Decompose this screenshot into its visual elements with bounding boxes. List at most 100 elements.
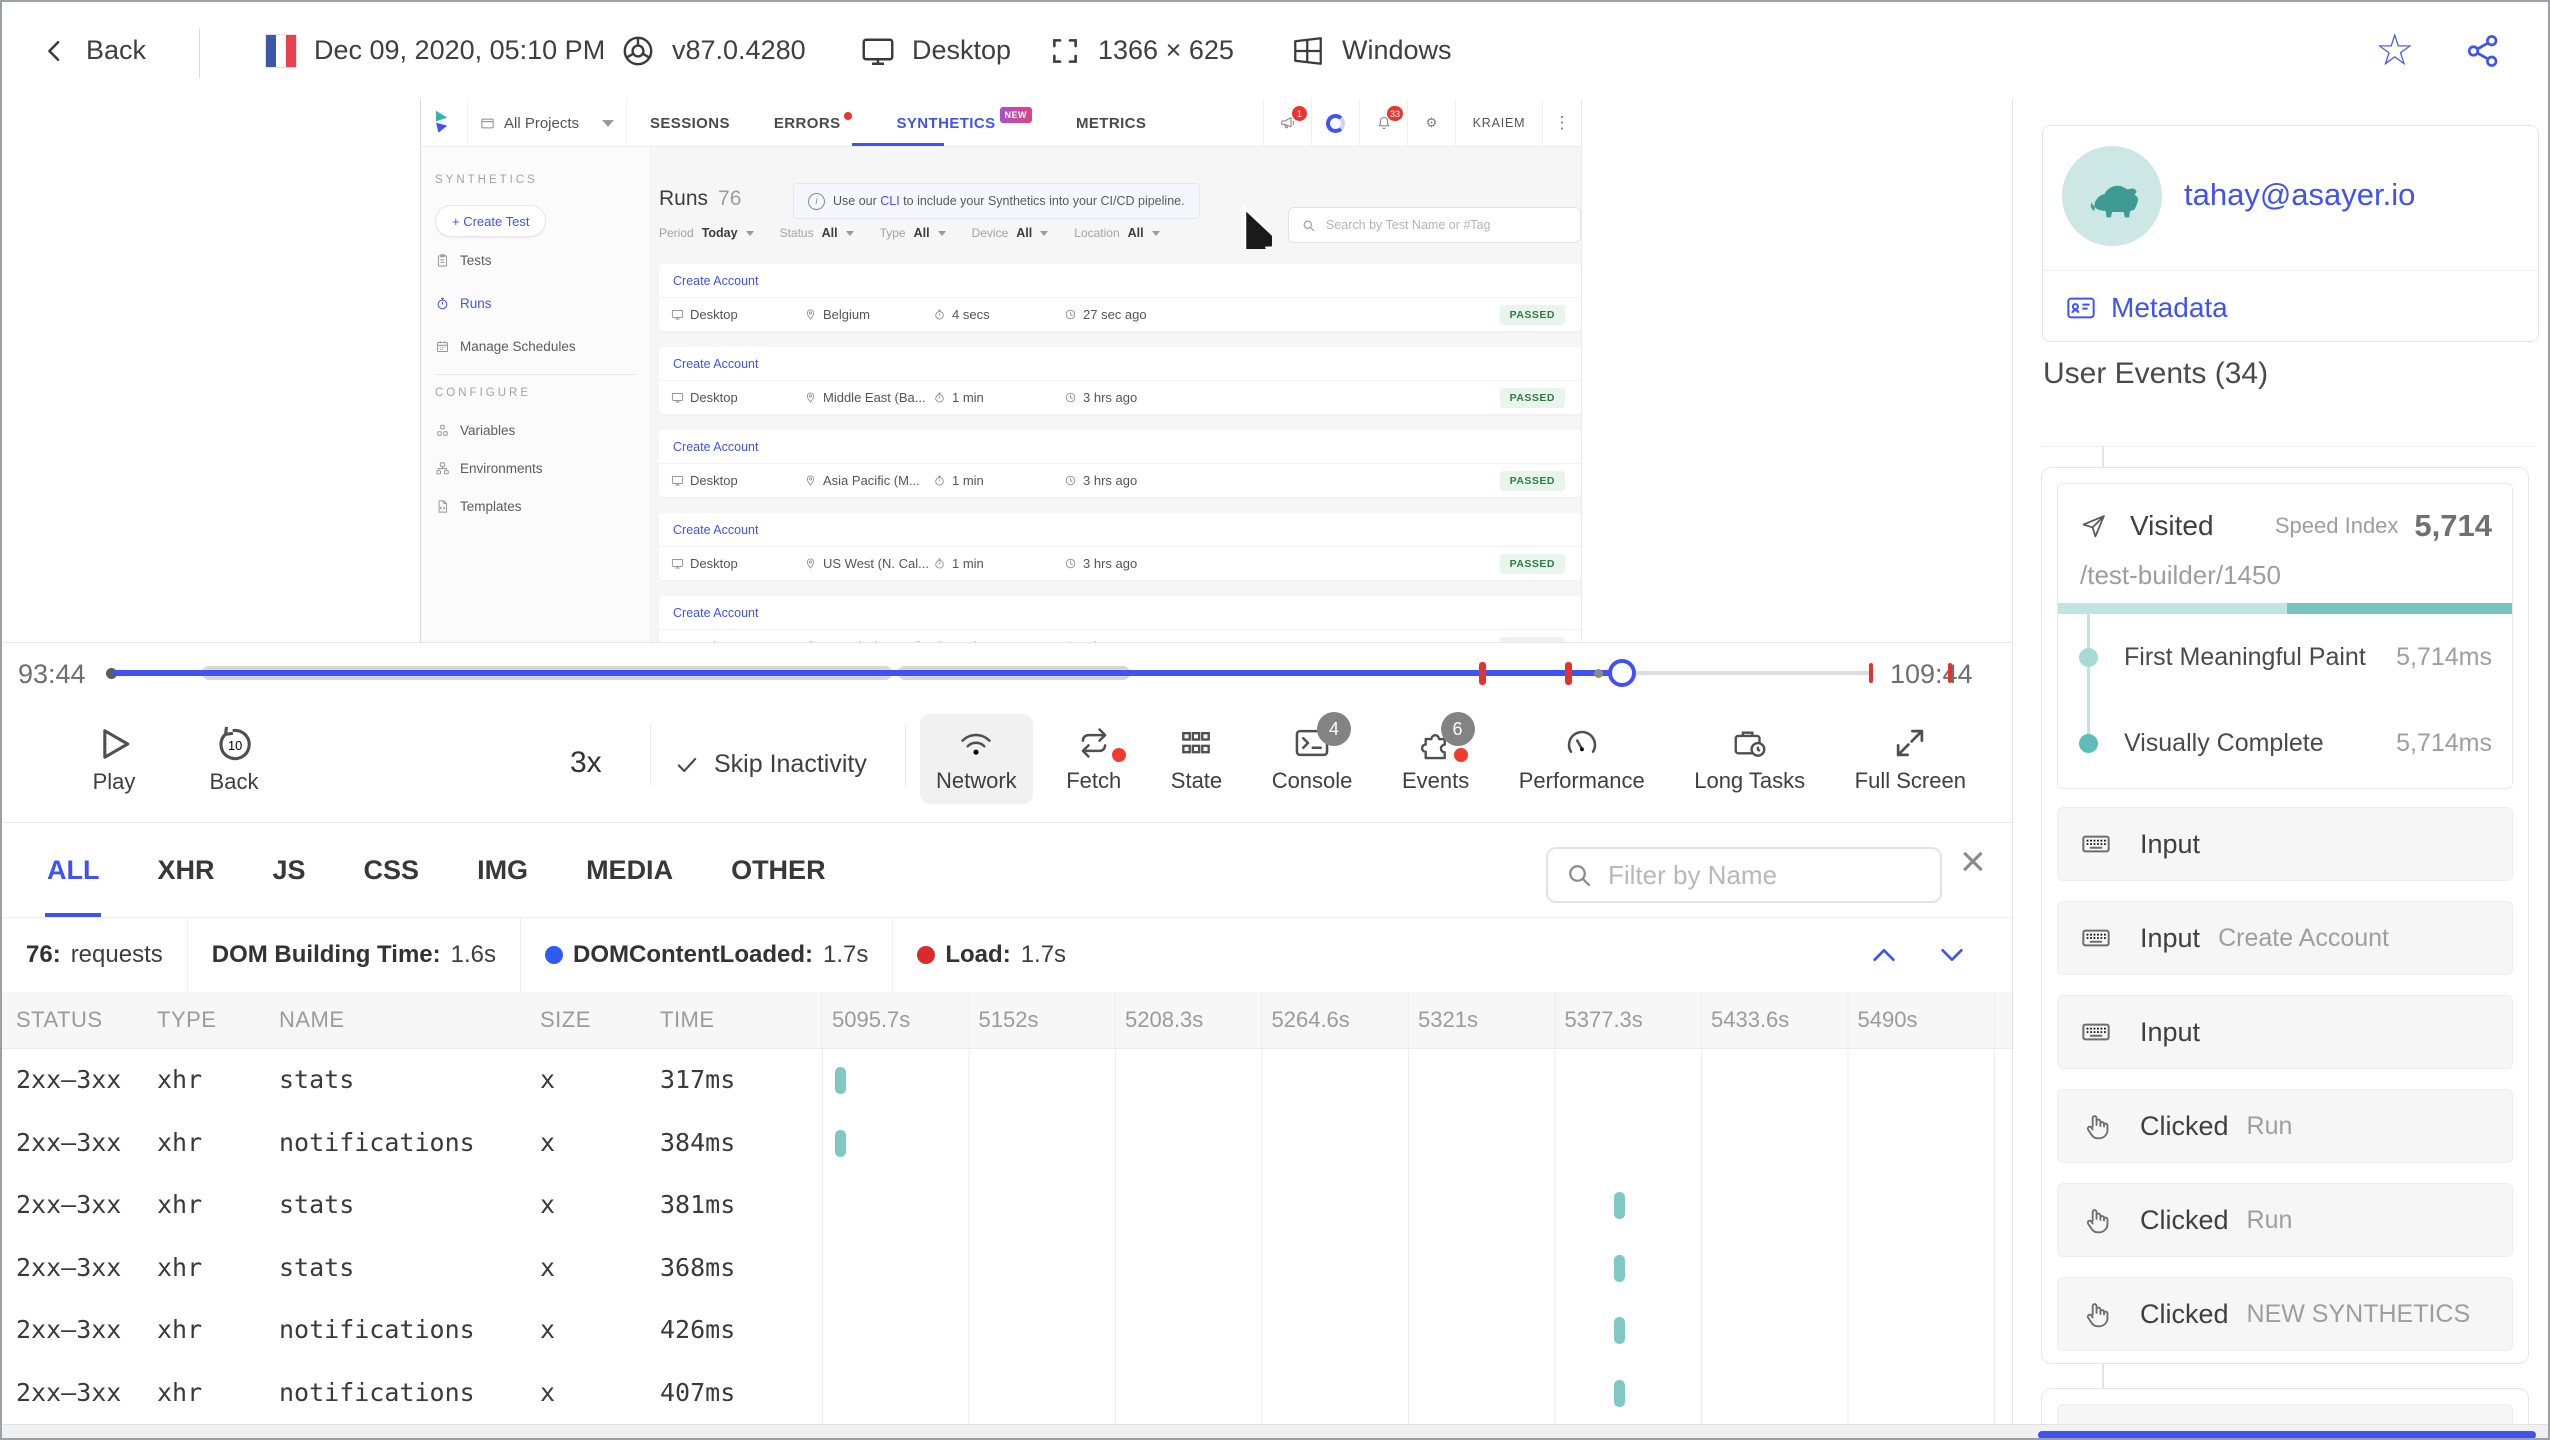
network-panel-button[interactable]: Network: [920, 714, 1033, 804]
app-tab[interactable]: METRICS: [1076, 115, 1146, 132]
chevron-up-icon[interactable]: [1868, 939, 1900, 971]
panel-buttons: Network Fetch State 4 Console 6 Events P…: [920, 712, 1982, 804]
kebab-menu[interactable]: ⋮: [1542, 99, 1581, 147]
user-event-item[interactable]: Input Create Account: [2057, 901, 2513, 975]
user-event-item[interactable]: Input: [2057, 807, 2513, 881]
full-screen-panel-button[interactable]: Full Screen: [1839, 714, 1982, 804]
run-name-link[interactable]: Create Account: [659, 430, 1581, 464]
filter-dropdown[interactable]: Status All: [780, 226, 854, 240]
announcements-button[interactable]: 1: [1263, 99, 1311, 147]
test-search-box[interactable]: [1288, 207, 1581, 243]
playback-timeline[interactable]: 93:44 109:44: [2, 642, 2012, 702]
fetch-panel-button[interactable]: Fetch: [1050, 714, 1137, 804]
filter-dropdown[interactable]: Location All: [1074, 226, 1160, 240]
sidebar-item-manage-schedules[interactable]: Manage Schedules: [435, 339, 576, 354]
chevron-down-icon[interactable]: [1936, 939, 1968, 971]
network-filter-tab[interactable]: ALL: [45, 823, 102, 918]
run-card[interactable]: Create Account Desktop Belgium 4 secs 27…: [659, 264, 1581, 331]
network-filter-tab[interactable]: MEDIA: [584, 823, 675, 918]
request-size: x: [540, 1377, 556, 1407]
play-button[interactable]: Play: [64, 722, 164, 795]
sidebar-item-environments[interactable]: Environments: [435, 461, 543, 476]
windows-icon: [1290, 33, 1326, 69]
horizontal-scrollbar[interactable]: [2, 1424, 2548, 1438]
run-name-link[interactable]: Create Account: [659, 596, 1581, 630]
request-row[interactable]: 2xx–3xx xhr stats x 317ms: [2, 1049, 2012, 1112]
timeline-progress[interactable]: [112, 670, 1622, 676]
filter-dropdown[interactable]: Type All: [880, 226, 946, 240]
request-size: x: [540, 1065, 556, 1094]
network-filter-tab[interactable]: XHR: [155, 823, 216, 918]
sidebar-item-runs[interactable]: Runs: [435, 296, 492, 311]
user-event-item[interactable]: Clicked Run: [2057, 1183, 2513, 1257]
close-icon[interactable]: ×: [1960, 837, 1986, 887]
filter-dropdown[interactable]: Device All: [972, 226, 1049, 240]
app-tab[interactable]: ERRORS: [774, 111, 853, 132]
run-card[interactable]: Create Account Desktop Asia Pacific (M..…: [659, 430, 1581, 497]
app-tab[interactable]: SYNTHETICS NEW: [896, 106, 1032, 132]
create-test-button[interactable]: + Create Test: [435, 205, 547, 237]
page-title: Runs 76: [659, 187, 742, 210]
network-filter-tab[interactable]: OTHER: [729, 823, 828, 918]
request-row[interactable]: 2xx–3xx xhr stats x 381ms: [2, 1174, 2012, 1237]
run-name-link[interactable]: Create Account: [659, 347, 1581, 381]
user-event-item[interactable]: Clicked NEW SYNTHETICS: [2057, 1277, 2513, 1351]
metadata-button[interactable]: Metadata: [2065, 286, 2228, 330]
playhead[interactable]: [1608, 659, 1636, 687]
back-10-button[interactable]: 10 Back: [184, 722, 284, 795]
network-filter-tab[interactable]: CSS: [362, 823, 422, 918]
long-tasks-panel-button[interactable]: Long Tasks: [1678, 714, 1821, 804]
console-panel-button[interactable]: 4 Console: [1256, 712, 1369, 804]
cli-link[interactable]: CLI: [880, 194, 899, 208]
panel-label: Events: [1401, 768, 1470, 793]
network-filter-tab[interactable]: JS: [271, 823, 308, 918]
request-row[interactable]: 2xx–3xx xhr notifications x 426ms: [2, 1299, 2012, 1362]
notifications-button[interactable]: 33: [1359, 99, 1407, 147]
column-header: STATUS: [16, 1007, 103, 1032]
red-dot: [917, 946, 936, 964]
sidebar-item-templates[interactable]: Templates: [435, 499, 522, 514]
mouse-cursor: [1242, 205, 1272, 249]
request-name: notifications: [279, 1377, 475, 1407]
favorite-star-icon[interactable]: ☆: [2375, 2, 2414, 99]
network-filter-input[interactable]: [1606, 858, 1924, 892]
device-info: Desktop: [860, 2, 1011, 99]
filter-dropdown[interactable]: Period Today: [659, 226, 754, 240]
state-panel-button[interactable]: State: [1155, 714, 1238, 804]
user-event-item[interactable]: Input: [2057, 995, 2513, 1069]
request-name: stats: [279, 1252, 355, 1282]
user-event-item[interactable]: Clicked Run: [2057, 1089, 2513, 1163]
request-row[interactable]: 2xx–3xx xhr notifications x 384ms: [2, 1112, 2012, 1175]
run-card[interactable]: Create Account Desktop Canada (Central) …: [659, 596, 1581, 642]
settings-button[interactable]: ⚙: [1407, 99, 1455, 147]
visited-event-card[interactable]: Visited Speed Index 5,714 /test-builder/…: [2057, 483, 2513, 789]
keyboard-icon: [2080, 1016, 2112, 1048]
request-row[interactable]: 2xx–3xx xhr stats x 368ms: [2, 1237, 2012, 1300]
app-tab[interactable]: SESSIONS: [650, 115, 730, 132]
scrollbar-thumb[interactable]: [2038, 1431, 2536, 1438]
events-panel-button[interactable]: 6 Events: [1386, 712, 1485, 804]
time-column-header: 5490s: [1857, 1007, 1918, 1032]
performance-panel-button[interactable]: Performance: [1503, 714, 1661, 804]
request-row[interactable]: 2xx–3xx xhr notifications x 407ms: [2, 1362, 2012, 1425]
user-menu[interactable]: KRAIEM: [1455, 99, 1542, 147]
run-name-link[interactable]: Create Account: [659, 264, 1581, 298]
network-filter-box[interactable]: [1546, 847, 1942, 903]
run-card[interactable]: Create Account Desktop Middle East (Ba..…: [659, 347, 1581, 414]
playback-speed-button[interactable]: 3x: [570, 746, 602, 780]
project-selector[interactable]: All Projects: [467, 99, 627, 147]
request-status: 2xx–3xx: [16, 1065, 122, 1094]
run-name-link[interactable]: Create Account: [659, 513, 1581, 547]
back-button[interactable]: Back: [40, 2, 146, 99]
divider: [650, 724, 651, 786]
milestone-dot: [2079, 733, 2098, 753]
share-icon[interactable]: [2464, 2, 2502, 99]
sidebar-item-variables[interactable]: Variables: [435, 423, 515, 438]
network-filter-tab[interactable]: IMG: [475, 823, 530, 918]
sidebar-item-tests[interactable]: Tests: [435, 253, 492, 268]
run-card[interactable]: Create Account Desktop US West (N. Cal..…: [659, 513, 1581, 580]
skip-inactivity-toggle[interactable]: Skip Inactivity: [674, 750, 867, 779]
test-search-input[interactable]: [1324, 217, 1568, 233]
timeline-remaining[interactable]: [1622, 671, 1872, 675]
request-status: 2xx–3xx: [16, 1127, 122, 1157]
